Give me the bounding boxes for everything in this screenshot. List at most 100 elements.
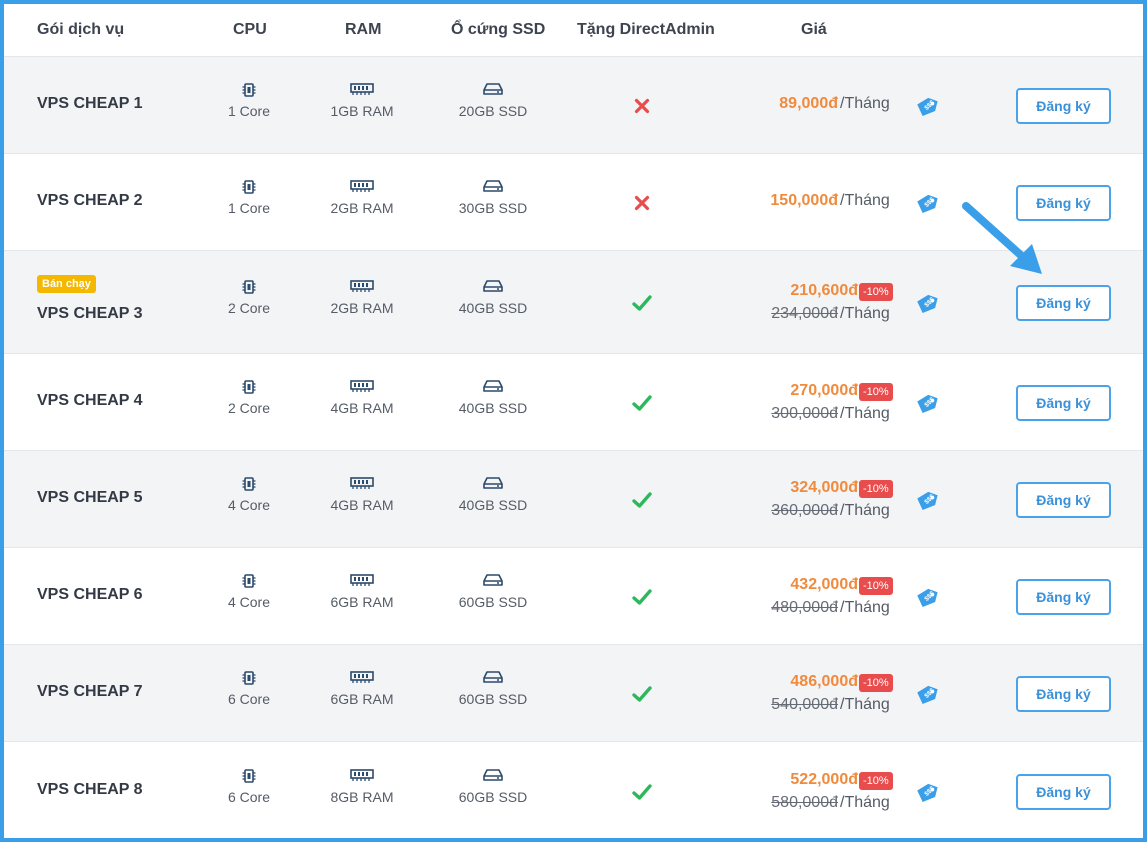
ssd-value: 40GB SSD bbox=[458, 299, 528, 316]
package-name: VPS CHEAP 1 bbox=[37, 94, 143, 112]
discount-badge: -10% bbox=[859, 576, 893, 595]
hard-drive-icon bbox=[433, 279, 553, 297]
cpu-cell: 1 Core bbox=[189, 82, 309, 119]
pricing-table: Gói dịch vụ CPU RAM Ổ cứng SSD Tặng Dire… bbox=[0, 0, 1147, 842]
price-tag-icon[interactable]: $$$ bbox=[916, 293, 938, 315]
register-button[interactable]: Đăng ký bbox=[1016, 87, 1111, 124]
ssd-value: 20GB SSD bbox=[458, 102, 528, 119]
ram-value: 8GB RAM bbox=[330, 789, 394, 805]
ssd-value: 40GB SSD bbox=[458, 399, 528, 416]
ram-cell: 2GB RAM bbox=[302, 279, 422, 316]
memory-icon bbox=[302, 179, 422, 197]
discount-badge: -10% bbox=[859, 282, 893, 301]
package-name: VPS CHEAP 4 bbox=[37, 391, 143, 409]
price-tag-icon[interactable]: $$$ bbox=[916, 96, 938, 118]
package-name: VPS CHEAP 7 bbox=[37, 682, 143, 700]
ssd-cell: 20GB SSD bbox=[433, 82, 553, 119]
register-button[interactable]: Đăng ký bbox=[1016, 481, 1111, 518]
memory-icon bbox=[302, 670, 422, 688]
ram-cell: 4GB RAM bbox=[302, 476, 422, 513]
cpu-chip-icon bbox=[189, 179, 309, 197]
register-button[interactable]: Đăng ký bbox=[1016, 675, 1111, 712]
table-row: VPS CHEAP 6 4 Core 6GB RAM 60GB SSD 432,0… bbox=[4, 548, 1143, 645]
table-row: VPS CHEAP 1 1 Core 1GB RAM 20GB SSD 89,00… bbox=[4, 57, 1143, 154]
ram-cell: 4GB RAM bbox=[302, 379, 422, 416]
ram-value: 4GB RAM bbox=[330, 496, 394, 513]
current-price: 522,000đ bbox=[790, 771, 858, 788]
header-package: Gói dịch vụ bbox=[37, 21, 125, 38]
price-tag-icon[interactable]: $$$ bbox=[916, 782, 938, 804]
current-price: 270,000đ bbox=[790, 381, 858, 399]
cpu-value: 2 Core bbox=[227, 399, 271, 416]
ram-cell: 6GB RAM bbox=[302, 573, 422, 610]
price-tag-icon[interactable]: $$$ bbox=[916, 587, 938, 609]
table-row: VPS CHEAP 8 6 Core 8GB RAM 60GB SSD 522,0… bbox=[4, 742, 1143, 838]
memory-icon bbox=[302, 82, 422, 100]
discount-badge: -10% bbox=[859, 772, 893, 790]
header-ssd: Ổ cứng SSD bbox=[451, 21, 546, 38]
hard-drive-icon bbox=[433, 476, 553, 494]
cross-icon bbox=[632, 96, 652, 116]
cpu-chip-icon bbox=[189, 379, 309, 397]
pointer-arrow-icon bbox=[962, 202, 1042, 274]
hard-drive-icon bbox=[433, 670, 553, 688]
old-price: 300,000đ bbox=[771, 404, 838, 422]
per-month-label: /Tháng bbox=[840, 794, 890, 811]
cpu-chip-icon bbox=[189, 573, 309, 591]
cpu-chip-icon bbox=[189, 670, 309, 688]
register-button[interactable]: Đăng ký bbox=[1016, 384, 1111, 421]
cpu-chip-icon bbox=[189, 768, 309, 786]
cpu-cell: 2 Core bbox=[189, 279, 309, 316]
cpu-chip-icon bbox=[189, 279, 309, 297]
check-icon bbox=[632, 393, 652, 413]
header-price: Giá bbox=[801, 21, 827, 38]
memory-icon bbox=[302, 476, 422, 494]
ram-value: 1GB RAM bbox=[330, 102, 394, 119]
ram-value: 2GB RAM bbox=[330, 199, 394, 216]
cpu-value: 4 Core bbox=[227, 496, 271, 513]
per-month-label: /Tháng bbox=[840, 304, 890, 322]
cpu-cell: 4 Core bbox=[189, 476, 309, 513]
package-name: VPS CHEAP 2 bbox=[37, 191, 143, 209]
cpu-value: 1 Core bbox=[227, 102, 271, 119]
cpu-value: 6 Core bbox=[227, 690, 271, 707]
bestseller-badge: Bán chạy bbox=[37, 274, 96, 293]
table-row: VPS CHEAP 5 4 Core 4GB RAM 40GB SSD 324,0… bbox=[4, 451, 1143, 548]
register-button[interactable]: Đăng ký bbox=[1016, 578, 1111, 615]
package-name: VPS CHEAP 8 bbox=[37, 781, 143, 798]
package-name: VPS CHEAP 3 bbox=[37, 304, 143, 322]
cpu-cell: 6 Core bbox=[189, 670, 309, 707]
per-month-label: /Tháng bbox=[840, 501, 890, 519]
cpu-cell: 2 Core bbox=[189, 379, 309, 416]
ram-cell: 2GB RAM bbox=[302, 179, 422, 216]
current-price: 89,000đ bbox=[779, 94, 838, 112]
hard-drive-icon bbox=[433, 379, 553, 397]
per-month-label: /Tháng bbox=[840, 695, 890, 713]
ram-value: 4GB RAM bbox=[330, 399, 394, 416]
cpu-value: 1 Core bbox=[227, 199, 271, 216]
memory-icon bbox=[302, 768, 422, 786]
cpu-value: 6 Core bbox=[227, 789, 271, 805]
ram-value: 2GB RAM bbox=[330, 299, 394, 316]
price-tag-icon[interactable]: $$$ bbox=[916, 393, 938, 415]
ssd-cell: 40GB SSD bbox=[433, 476, 553, 513]
cpu-cell: 4 Core bbox=[189, 573, 309, 610]
current-price: 150,000đ bbox=[770, 191, 838, 209]
price-tag-icon[interactable]: $$$ bbox=[916, 684, 938, 706]
register-button[interactable]: Đăng ký bbox=[1016, 284, 1111, 321]
package-name: VPS CHEAP 6 bbox=[37, 585, 143, 603]
ssd-value: 40GB SSD bbox=[458, 496, 528, 513]
header-directadmin: Tặng DirectAdmin bbox=[577, 21, 715, 38]
cpu-value: 4 Core bbox=[227, 593, 271, 610]
cpu-chip-icon bbox=[189, 476, 309, 494]
ram-value: 6GB RAM bbox=[330, 690, 394, 707]
current-price: 324,000đ bbox=[790, 478, 858, 496]
price-tag-icon[interactable]: $$$ bbox=[916, 490, 938, 512]
ssd-value: 30GB SSD bbox=[458, 199, 528, 216]
register-button[interactable]: Đăng ký bbox=[1016, 774, 1111, 810]
ram-cell: 8GB RAM bbox=[302, 768, 422, 805]
memory-icon bbox=[302, 573, 422, 591]
ram-cell: 6GB RAM bbox=[302, 670, 422, 707]
current-price: 432,000đ bbox=[790, 575, 858, 593]
price-tag-icon[interactable]: $$$ bbox=[916, 193, 938, 215]
